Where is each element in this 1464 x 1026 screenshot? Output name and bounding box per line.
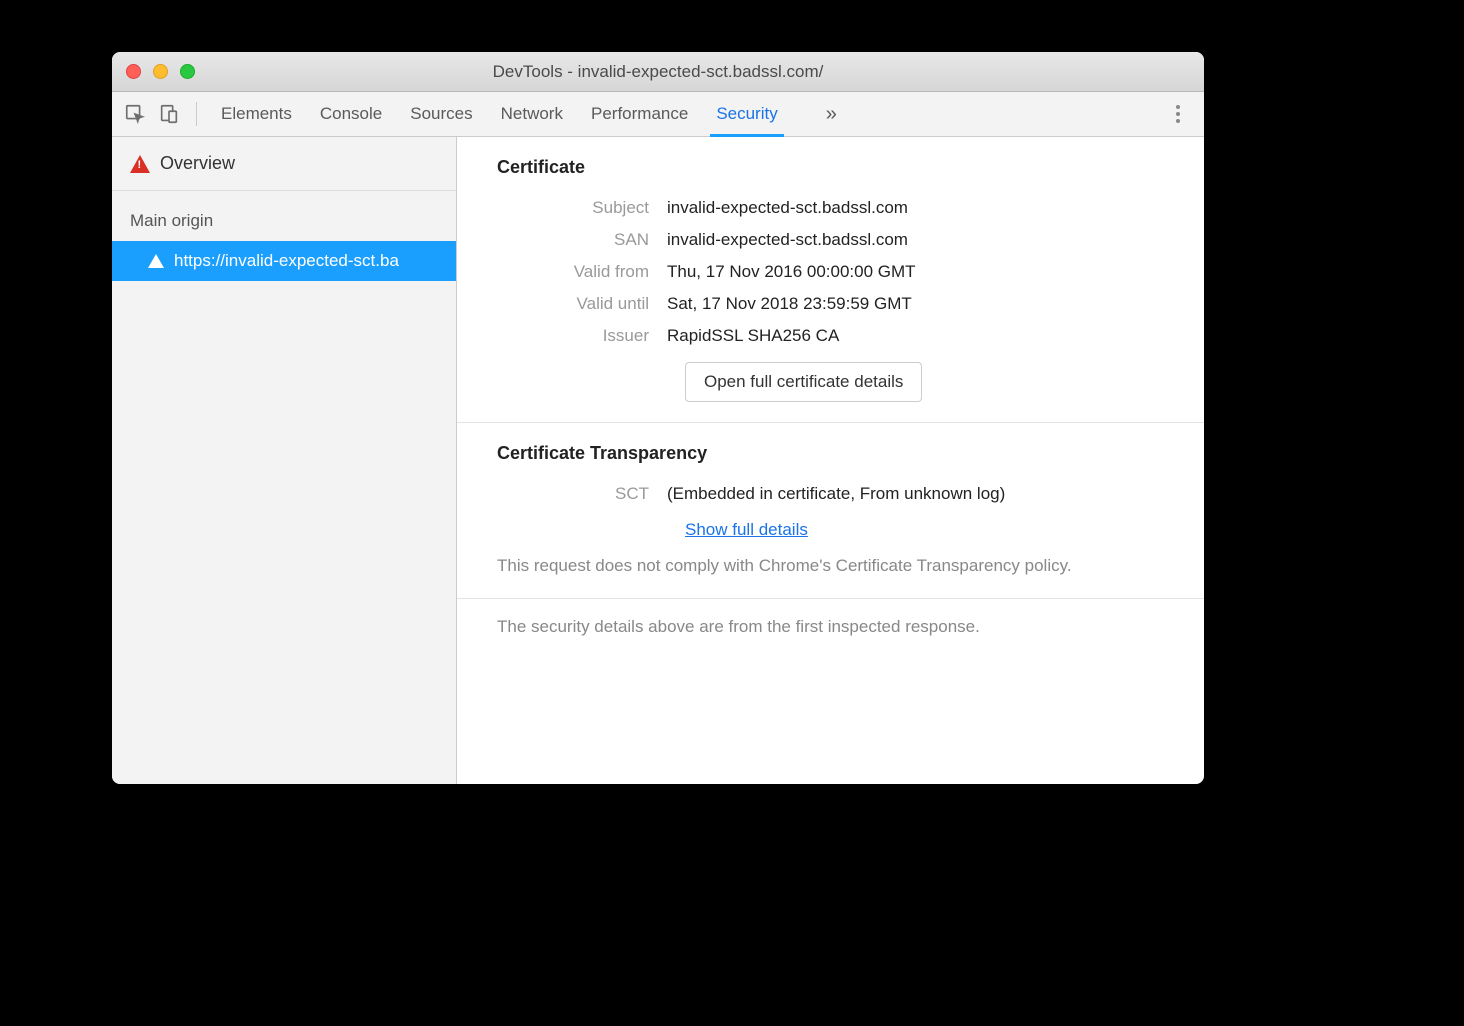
tab-security[interactable]: Security [716,92,777,136]
tab-network[interactable]: Network [501,92,563,136]
cert-label: Issuer [497,326,667,346]
origin-warning-icon [148,254,164,268]
open-certificate-button[interactable]: Open full certificate details [685,362,922,402]
ct-value: (Embedded in certificate, From unknown l… [667,484,1174,504]
footer-note: The security details above are from the … [457,599,1204,655]
cert-row-valid-from: Valid from Thu, 17 Nov 2016 00:00:00 GMT [497,256,1174,288]
close-window-button[interactable] [126,64,141,79]
ct-heading: Certificate Transparency [497,443,1174,464]
ct-row-sct: SCT (Embedded in certificate, From unkno… [497,478,1174,510]
cert-row-subject: Subject invalid-expected-sct.badssl.com [497,192,1174,224]
tab-elements[interactable]: Elements [221,92,292,136]
ct-link-row: Show full details [497,520,1174,540]
ct-label: SCT [497,484,667,504]
titlebar: DevTools - invalid-expected-sct.badssl.c… [112,52,1204,92]
device-toggle-icon[interactable] [156,101,182,127]
cert-row-san: SAN invalid-expected-sct.badssl.com [497,224,1174,256]
cert-row-issuer: Issuer RapidSSL SHA256 CA [497,320,1174,352]
tab-console[interactable]: Console [320,92,382,136]
cert-label: Subject [497,198,667,218]
ct-panel: Certificate Transparency SCT (Embedded i… [457,423,1204,599]
panel-body: Overview Main origin https://invalid-exp… [112,137,1204,784]
cert-value: RapidSSL SHA256 CA [667,326,1174,346]
more-options-icon[interactable] [1168,105,1194,123]
origin-url: https://invalid-expected-sct.ba [174,251,399,271]
cert-value: invalid-expected-sct.badssl.com [667,230,1174,250]
warning-icon [130,155,150,173]
cert-label: SAN [497,230,667,250]
cert-row-valid-until: Valid until Sat, 17 Nov 2018 23:59:59 GM… [497,288,1174,320]
sidebar-origin-item[interactable]: https://invalid-expected-sct.ba [112,241,456,281]
panel-tabs: Elements Console Sources Network Perform… [221,92,837,136]
tab-sources[interactable]: Sources [410,92,472,136]
ct-warning: This request does not comply with Chrome… [497,554,1174,578]
tab-performance[interactable]: Performance [591,92,688,136]
minimize-window-button[interactable] [153,64,168,79]
certificate-panel: Certificate Subject invalid-expected-sct… [457,137,1204,423]
cert-value: Thu, 17 Nov 2016 00:00:00 GMT [667,262,1174,282]
sidebar-section-label: Main origin [112,191,456,241]
traffic-lights [112,64,195,79]
overview-label: Overview [160,153,235,174]
toolbar-divider [196,102,197,126]
devtools-toolbar: Elements Console Sources Network Perform… [112,92,1204,137]
security-sidebar: Overview Main origin https://invalid-exp… [112,137,457,784]
devtools-window: DevTools - invalid-expected-sct.badssl.c… [112,52,1204,784]
zoom-window-button[interactable] [180,64,195,79]
cert-value: Sat, 17 Nov 2018 23:59:59 GMT [667,294,1174,314]
cert-label: Valid until [497,294,667,314]
inspect-element-icon[interactable] [122,101,148,127]
show-full-details-link[interactable]: Show full details [685,520,808,539]
certificate-heading: Certificate [497,157,1174,178]
security-main: Certificate Subject invalid-expected-sct… [457,137,1204,784]
tabs-overflow[interactable]: » [826,103,837,126]
cert-value: invalid-expected-sct.badssl.com [667,198,1174,218]
cert-label: Valid from [497,262,667,282]
window-title: DevTools - invalid-expected-sct.badssl.c… [112,62,1204,82]
cert-button-row: Open full certificate details [497,362,1174,402]
sidebar-overview[interactable]: Overview [112,137,456,191]
